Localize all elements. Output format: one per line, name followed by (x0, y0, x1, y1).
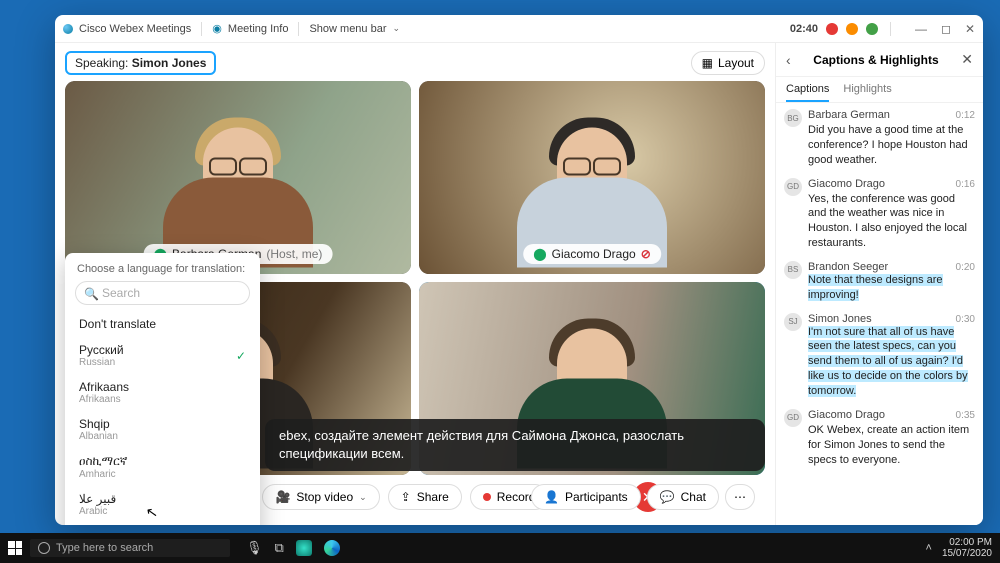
language-option[interactable]: ՀայոցArmenian (65, 523, 260, 525)
avatar: BS (784, 261, 802, 279)
mic-taskbar-icon[interactable]: 🎙 (246, 540, 263, 556)
caption-item[interactable]: GD Giacomo Drago 0:16 Yes, the conference w… (784, 178, 975, 251)
caption-body: Yes, the conference was good and the wea… (808, 192, 975, 251)
participants-button[interactable]: 👤 Participants (531, 484, 641, 510)
caption-author: Brandon Seeger (808, 261, 888, 273)
layout-label: Layout (718, 56, 754, 70)
panel-close-button[interactable]: ✕ (961, 51, 973, 68)
cortana-icon (38, 542, 50, 554)
divider (890, 22, 891, 36)
chat-icon: 💬 (660, 490, 675, 504)
avatar: SJ (784, 313, 802, 331)
webex-window: Cisco Webex Meetings ◉ Meeting Info Show… (55, 15, 983, 525)
captions-panel: ‹ Captions & Highlights ✕ Captions Highli… (775, 43, 983, 525)
caption-item[interactable]: GD Giacomo Drago 0:35 OK Webex, create an a… (784, 409, 975, 468)
search-icon: 🔍 (84, 287, 99, 301)
caption-author: Giacomo Drago (808, 178, 885, 190)
popup-title: Choose a language for translation: (65, 263, 260, 281)
live-caption-overlay: ebex, создайте элемент действия для Сайм… (265, 419, 765, 471)
panel-back-button[interactable]: ‹ (786, 52, 791, 68)
language-option[interactable]: ዐስኪማርኛAmharic (65, 448, 260, 486)
stop-video-button[interactable]: 🎥 Stop video ⌄ (262, 484, 379, 510)
video-area: Speaking: Simon Jones ▦ Layout ⬤ Barbara… (55, 43, 775, 525)
chevron-down-icon[interactable]: ⌄ (359, 492, 367, 503)
speaking-indicator: Speaking: Simon Jones (65, 51, 216, 75)
taskbar-app-icon[interactable] (296, 540, 312, 556)
maximize-button[interactable]: ◻ (941, 22, 951, 36)
caption-author: Giacomo Drago (808, 409, 885, 421)
captions-list[interactable]: BG Barbara German 0:12 Did you have a good … (776, 103, 983, 525)
meeting-info-link[interactable]: Meeting Info (228, 23, 289, 35)
language-translation-popup: Choose a language for translation: 🔍 Sea… (65, 253, 260, 525)
divider (201, 22, 202, 36)
caption-timestamp: 0:35 (956, 410, 975, 421)
language-option[interactable]: РусскийRussian (65, 337, 260, 374)
caption-item[interactable]: BS Brandon Seeger 0:20 Note that these desi… (784, 261, 975, 303)
close-button[interactable]: ✕ (965, 22, 975, 36)
caption-author: Barbara German (808, 109, 890, 121)
share-icon: ⇪ (401, 490, 411, 504)
share-button[interactable]: ⇪ Share (388, 484, 462, 510)
elapsed-time: 02:40 (790, 23, 818, 35)
status-warning-icon[interactable] (846, 23, 858, 35)
tab-highlights[interactable]: Highlights (843, 83, 891, 102)
video-tile[interactable]: ⬤ Barbara German (Host, me) (65, 81, 411, 274)
minimize-button[interactable]: — (915, 22, 927, 36)
tray-chevron-icon[interactable]: ˄ (926, 542, 932, 554)
language-option[interactable]: قبير علاArabic (65, 486, 260, 523)
avatar: BG (784, 109, 802, 127)
speaking-name: Simon Jones (132, 56, 207, 70)
camera-icon: 🎥 (275, 490, 290, 504)
caption-timestamp: 0:30 (956, 314, 975, 325)
language-option[interactable]: ShqipAlbanian (65, 411, 260, 448)
panel-title: Captions & Highlights (813, 53, 938, 67)
caption-body: OK Webex, create an action item for Simo… (808, 423, 975, 468)
task-view-icon[interactable]: ⧉ (275, 540, 284, 556)
status-recording-icon[interactable] (826, 23, 838, 35)
system-clock[interactable]: 02:00 PM 15/07/2020 (942, 537, 992, 559)
edge-browser-icon[interactable] (324, 540, 340, 556)
divider (298, 22, 299, 36)
grid-icon: ▦ (702, 56, 713, 70)
people-icon: 👤 (544, 490, 559, 504)
more-icon: ⋯ (734, 490, 746, 504)
language-search-input[interactable]: 🔍 Search (75, 281, 250, 305)
avatar: GD (784, 409, 802, 427)
language-option[interactable]: AfrikaansAfrikaans (65, 374, 260, 411)
language-option[interactable]: Don't translate (65, 311, 260, 337)
tab-captions[interactable]: Captions (786, 83, 829, 102)
video-tile[interactable]: ⬤ Giacomo Drago ⊘ (419, 81, 765, 274)
webex-logo-icon (63, 24, 73, 34)
windows-taskbar: Type here to search 🎙 ⧉ ˄ 02:00 PM 15/07… (0, 533, 1000, 563)
app-title: Cisco Webex Meetings (79, 23, 191, 35)
caption-body: Did you have a good time at the conferen… (808, 123, 975, 168)
caption-timestamp: 0:16 (956, 179, 975, 190)
caption-body: Note that these designs are improving! (808, 274, 943, 301)
panel-tabs: Captions Highlights (776, 77, 983, 103)
title-bar: Cisco Webex Meetings ◉ Meeting Info Show… (55, 15, 983, 43)
avatar: GD (784, 178, 802, 196)
record-icon (483, 493, 491, 501)
caption-item[interactable]: SJ Simon Jones 0:30I'm not sure that all o… (784, 313, 975, 399)
caption-author: Simon Jones (808, 313, 872, 325)
participant-name-tag: ⬤ Giacomo Drago ⊘ (523, 244, 661, 264)
caption-timestamp: 0:12 (956, 110, 975, 121)
caption-body: I'm not sure that all of us have seen th… (808, 326, 968, 397)
layout-button[interactable]: ▦ Layout (691, 51, 765, 75)
chevron-down-icon: ⌄ (393, 23, 401, 34)
taskbar-search[interactable]: Type here to search (30, 539, 230, 557)
panel-more-button[interactable]: ⋯ (725, 484, 755, 510)
status-ok-icon[interactable] (866, 23, 878, 35)
chat-button[interactable]: 💬 Chat (647, 484, 719, 510)
search-placeholder: Type here to search (56, 542, 153, 554)
caption-item[interactable]: BG Barbara German 0:12 Did you have a good … (784, 109, 975, 168)
mic-icon: ⬤ (533, 247, 546, 261)
start-button[interactable] (8, 541, 22, 555)
muted-icon: ⊘ (641, 247, 651, 261)
globe-icon: ◉ (212, 22, 222, 35)
show-menu-bar-link[interactable]: Show menu bar (309, 23, 386, 35)
speaking-prefix: Speaking: (75, 56, 132, 70)
caption-timestamp: 0:20 (956, 262, 975, 273)
